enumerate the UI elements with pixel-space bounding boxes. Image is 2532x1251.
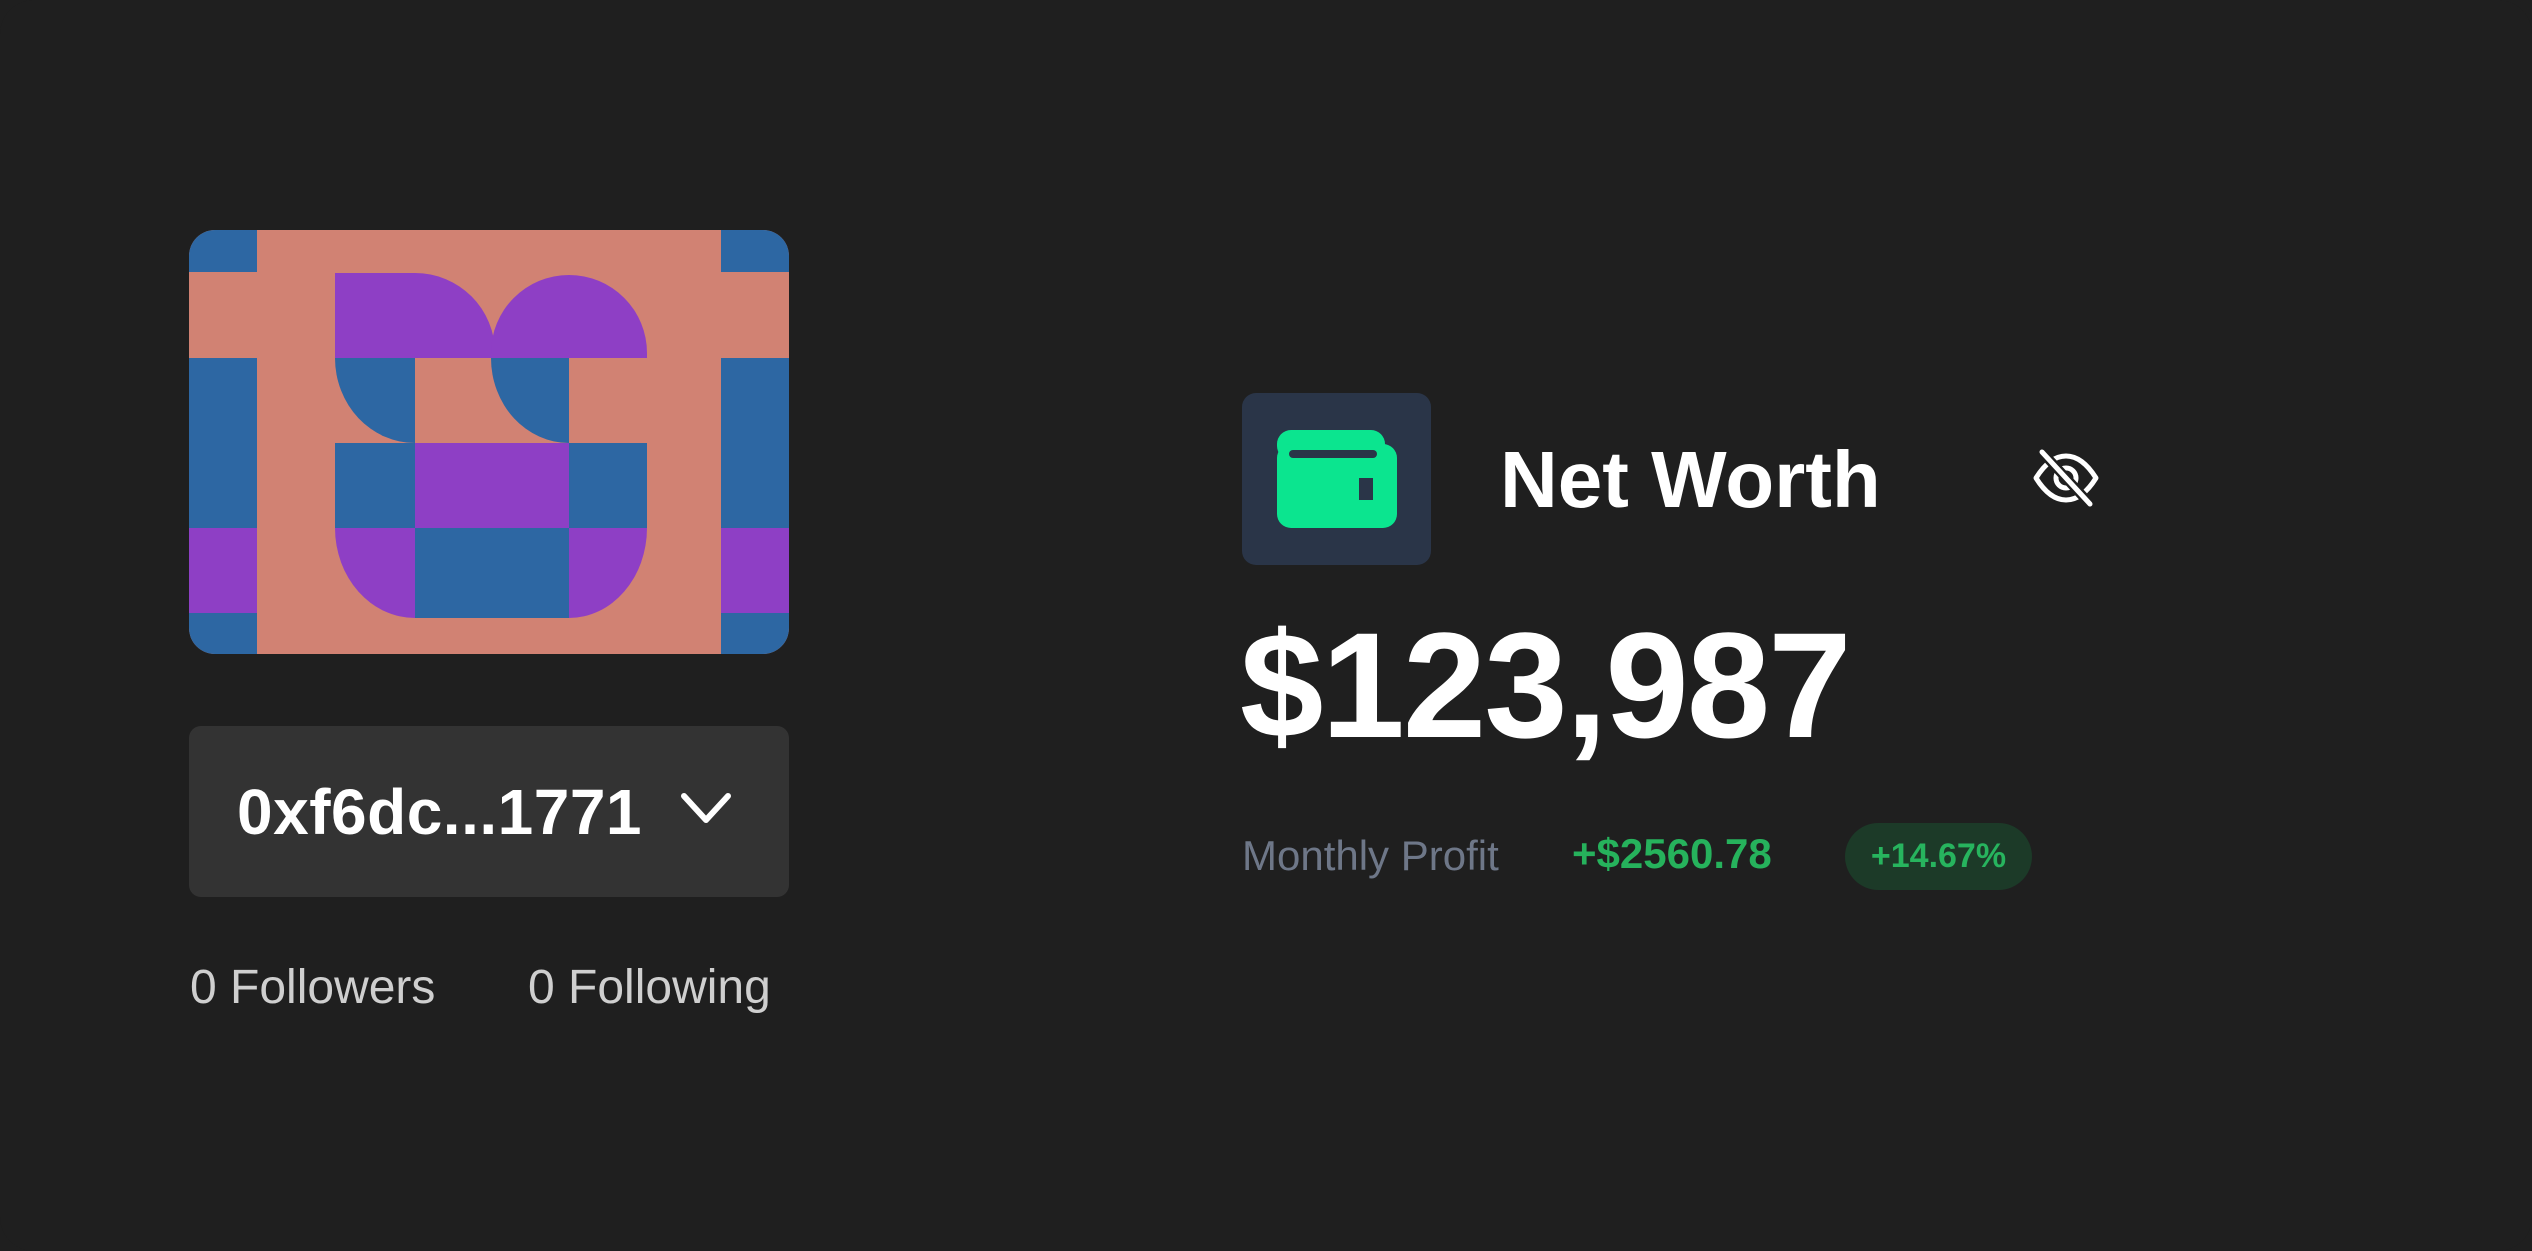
monthly-profit-label: Monthly Profit <box>1242 832 1499 879</box>
profile-card: 0xf6dc...1771 0 Followers 0 Following Ne… <box>0 0 2532 1251</box>
followers-link[interactable]: 0 Followers <box>190 960 435 1015</box>
monthly-profit-value: +$2560.78 <box>1572 830 1772 877</box>
wallet-icon-tile <box>1242 393 1431 565</box>
chevron-down-icon[interactable] <box>680 788 732 828</box>
avatar-pattern-image <box>189 230 789 654</box>
wallet-address: 0xf6dc...1771 <box>237 775 642 848</box>
following-link[interactable]: 0 Following <box>528 960 771 1015</box>
net-worth-title: Net Worth <box>1500 435 1881 524</box>
monthly-profit-percent-badge: +14.67% <box>1845 823 2032 890</box>
monthly-profit-percent: +14.67% <box>1870 837 2007 875</box>
eye-off-icon[interactable] <box>2030 448 2102 508</box>
avatar <box>189 230 789 654</box>
net-worth-value: $123,987 <box>1240 601 1852 769</box>
wallet-icon <box>1277 430 1397 528</box>
